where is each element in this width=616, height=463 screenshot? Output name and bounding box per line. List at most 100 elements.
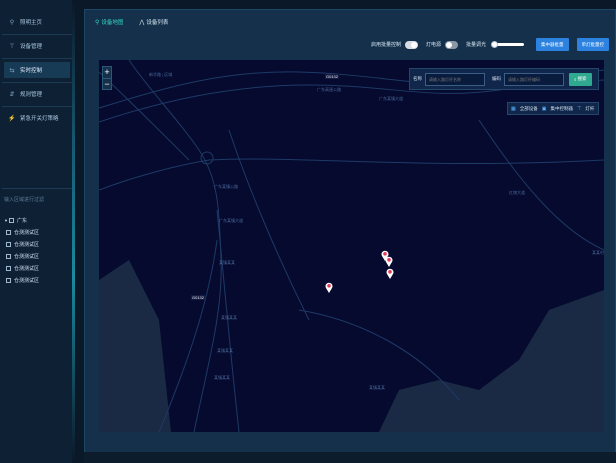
checkbox[interactable]: [6, 265, 11, 271]
tree-node-label: 仓测测试区: [14, 229, 40, 236]
zoom-in-button[interactable]: +: [103, 67, 111, 78]
map-label: 红旗大道: [509, 190, 525, 195]
slider-handle[interactable]: [491, 40, 498, 48]
number-input[interactable]: [504, 72, 564, 86]
device-type-legend: ▦ 全部设备 ▣ 集中控制器 ⊤ 灯杆: [507, 102, 599, 115]
map-label: 广东某镇大道: [379, 96, 403, 101]
app: ⚲ 照明主页 ⊤ 设备管理 ⇆ 实时控制 ⇵ 规则管理 ⚡ 紧急开关灯策略 输入…: [0, 0, 616, 463]
sidebar-item-realtime-control[interactable]: ⇆ 实时控制: [4, 62, 70, 78]
road-badge: G0132: [191, 295, 206, 300]
checkbox[interactable]: [6, 229, 11, 235]
map-label: 广东某镇公路: [214, 184, 238, 189]
map-label: 某镇某某: [219, 260, 235, 265]
tab-label: 设备地图: [101, 20, 124, 26]
sidebar-item-label: 设备管理: [20, 44, 43, 50]
divider: [2, 82, 72, 83]
list-icon: ⋀: [139, 19, 145, 26]
power-label: 灯电源: [425, 42, 441, 48]
device-marker-icon[interactable]: [325, 282, 333, 293]
tree-node[interactable]: 仓测测试区: [4, 226, 70, 238]
checkbox[interactable]: [6, 241, 11, 247]
device-marker-icon[interactable]: [386, 268, 394, 279]
map-label: 广东某镇大道: [219, 218, 243, 223]
brightness-slider[interactable]: [491, 40, 524, 48]
tree-node-label: 广东: [16, 217, 27, 224]
tree-node[interactable]: 仓测测试区: [4, 238, 70, 250]
divider: [2, 106, 72, 107]
concentrator-icon[interactable]: ▣: [542, 106, 547, 112]
sidebar: ⚲ 照明主页 ⊤ 设备管理 ⇆ 实时控制 ⇵ 规则管理 ⚡ 紧急开关灯策略 输入…: [0, 0, 74, 463]
sidebar-item-home[interactable]: ⚲ 照明主页: [4, 14, 70, 30]
tree-node-label: 仓测测试区: [14, 265, 40, 272]
realtime-icon: ⇆: [9, 67, 15, 74]
sidebar-item-label: 照明主页: [20, 20, 43, 26]
toolbar: 启用批量控制 灯电源 批量调光 集中器批量 单灯批量控: [371, 38, 609, 51]
map-label: 某镇某某: [369, 385, 385, 390]
device-marker-icon[interactable]: [385, 256, 393, 267]
road-badge: G0132: [325, 74, 340, 79]
map-label: 某镇某某: [221, 315, 237, 320]
map-label: 某镇某某: [214, 375, 230, 380]
search-icon: ⌕: [574, 76, 577, 82]
lightning-icon: ⚡: [8, 115, 16, 122]
divider: [2, 188, 72, 189]
map-label: 某镇某某: [217, 348, 233, 353]
checkbox[interactable]: [6, 277, 11, 283]
tree-node-label: 仓测测试区: [14, 277, 40, 284]
zoom-control: + −: [102, 66, 112, 90]
tree-node-label: 仓测测试区: [14, 241, 40, 248]
tab-label: 设备列表: [146, 20, 169, 26]
power-toggle[interactable]: [444, 40, 458, 49]
sidebar-item-label: 规则管理: [20, 92, 43, 98]
tree-node-label: 仓测测试区: [14, 253, 40, 260]
brightness-label: 批量调光: [465, 42, 486, 48]
sidebar-item-emergency-strategy[interactable]: ⚡ 紧急开关灯策略: [4, 110, 70, 126]
legend-concentrator[interactable]: 集中控制器: [550, 106, 573, 112]
tab-device-list[interactable]: ⋀ 设备列表: [139, 18, 169, 27]
map-label: 某某村: [592, 250, 604, 255]
sidebar-item-rule-management[interactable]: ⇵ 规则管理: [4, 86, 70, 102]
tree-node[interactable]: 仓测测试区: [4, 250, 70, 262]
main-panel: ⚲ 设备地图 ⋀ 设备列表 启用批量控制 灯电源 批量调光 集中器批量 单灯批量…: [84, 9, 616, 454]
map-label: 广东高速公路: [317, 87, 341, 92]
footer-strip: [84, 452, 616, 463]
map-label: 新华路 | 区域: [149, 72, 173, 77]
checkbox[interactable]: [8, 217, 14, 223]
single-lamp-batch-button[interactable]: 单灯批量控: [576, 38, 609, 51]
map-canvas: [99, 60, 604, 432]
map-pin-icon: ⚲: [9, 19, 15, 26]
tree-node[interactable]: 仓测测试区: [4, 274, 70, 286]
sidebar-item-label: 实时控制: [20, 68, 43, 74]
batch-control-label: 启用批量控制: [370, 42, 401, 48]
batch-control-toggle[interactable]: [404, 40, 418, 49]
tab-device-map[interactable]: ⚲ 设备地图: [95, 18, 124, 27]
concentrator-batch-button[interactable]: 集中器批量: [536, 38, 569, 51]
sidebar-item-device-management[interactable]: ⊤ 设备管理: [4, 38, 70, 54]
tree-node[interactable]: 仓测测试区: [4, 262, 70, 274]
legend-lamp-pole[interactable]: 灯杆: [585, 106, 594, 112]
map-search-panel: 名称 编码 ⌕ 搜索: [409, 68, 599, 90]
grid-icon[interactable]: ▦: [511, 106, 516, 112]
tree-node-root[interactable]: ▼ 广东: [4, 214, 70, 226]
caret-down-icon[interactable]: ▼: [4, 218, 8, 223]
divider: [2, 34, 72, 35]
name-input[interactable]: [425, 72, 485, 86]
sidebar-accent-bar: [72, 0, 75, 463]
device-map[interactable]: + − G0132 G0132 新华路 | 区域 广东高速公路 广东某镇大道 广…: [99, 60, 604, 432]
search-button[interactable]: ⌕ 搜索: [569, 72, 592, 86]
region-filter-input[interactable]: 输入区域进行过滤: [4, 196, 44, 203]
map-pin-icon: ⚲: [95, 19, 100, 26]
strategy-icon: ⇵: [9, 91, 15, 98]
lamp-icon[interactable]: ⊤: [577, 106, 581, 112]
search-button-label: 搜索: [577, 76, 587, 81]
legend-all-devices[interactable]: 全部设备: [520, 106, 538, 112]
tab-bar: ⚲ 设备地图 ⋀ 设备列表: [95, 18, 169, 27]
sidebar-item-label: 紧急开关灯策略: [20, 116, 59, 122]
number-label: 编码: [492, 76, 501, 81]
name-label: 名称: [413, 76, 422, 81]
zoom-out-button[interactable]: −: [103, 78, 111, 89]
wrench-icon: ⊤: [9, 43, 15, 50]
checkbox[interactable]: [6, 253, 11, 259]
region-tree: ▼ 广东 仓测测试区 仓测测试区 仓测测试区 仓测测试区 仓测测试区: [4, 214, 70, 286]
divider: [2, 58, 72, 59]
